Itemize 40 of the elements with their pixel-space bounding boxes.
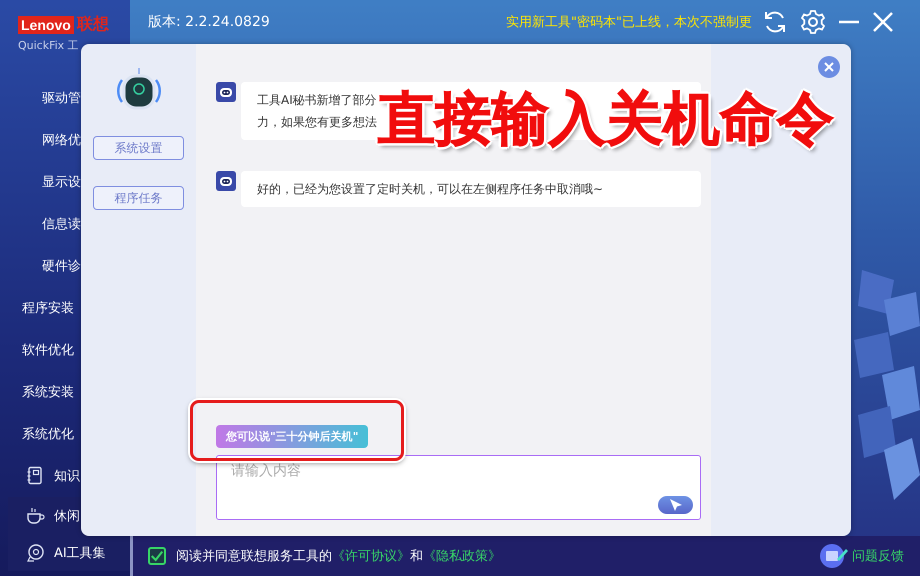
message-text: 工具AI秘书新增了部分 xyxy=(257,92,378,108)
close-icon[interactable] xyxy=(872,11,894,33)
side-button[interactable]: 程序任务 xyxy=(93,186,184,210)
sidebar-item[interactable]: 显示设 xyxy=(42,173,81,191)
refresh-icon[interactable] xyxy=(762,9,788,35)
paper-plane-icon xyxy=(668,498,682,512)
version-label: 版本: 2.2.24.0829 xyxy=(148,13,270,31)
send-button[interactable] xyxy=(658,496,693,514)
update-notice: 实用新工具"密码本"已上线，本次不强制更 xyxy=(506,14,752,31)
message-input[interactable]: 请输入内容 xyxy=(216,455,701,520)
sidebar-item[interactable]: 软件优化 xyxy=(22,341,74,359)
agreement-text: 阅读并同意联想服务工具的《许可协议》和《隐私政策》 xyxy=(176,548,501,565)
checkmark-icon xyxy=(150,549,164,563)
sidebar-item[interactable]: 硬件诊 xyxy=(42,257,81,275)
product-name: QuickFix 工 xyxy=(18,38,80,53)
feedback-icon[interactable] xyxy=(820,543,850,569)
caption-text: 直接输入关机命令 xyxy=(378,85,834,154)
sidebar-item[interactable]: 程序安装 xyxy=(22,299,74,317)
close-button[interactable] xyxy=(818,56,840,78)
message-text: 好的，已经为您设置了定时关机，可以在左侧程序任务中取消哦~ xyxy=(257,181,604,197)
close-icon xyxy=(824,62,834,72)
agreement-checkbox[interactable] xyxy=(148,547,166,565)
cup-icon xyxy=(26,506,46,526)
settings-icon[interactable] xyxy=(800,9,826,35)
sidebar-item[interactable]: 信息读 xyxy=(42,215,81,233)
sidebar-item[interactable]: 驱动管 xyxy=(42,89,81,107)
sidebar-item[interactable]: 系统安装 xyxy=(22,383,74,401)
bot-icon xyxy=(216,82,236,102)
message-text: 力，如果您有更多想法 xyxy=(257,114,378,130)
brand-logo: Lenovo xyxy=(18,16,74,34)
license-link[interactable]: 《许可协议》 xyxy=(332,549,410,564)
feedback-link[interactable]: 问题反馈 xyxy=(852,547,904,565)
sidebar-item[interactable]: 系统优化 xyxy=(22,425,74,443)
side-button[interactable]: 系统设置 xyxy=(93,136,184,160)
bot-icon xyxy=(216,171,236,191)
sidebar-item[interactable]: 休闲 xyxy=(54,507,80,525)
brand-name: 联想 xyxy=(76,14,109,35)
privacy-link[interactable]: 《隐私政策》 xyxy=(423,549,501,564)
sidebar-item[interactable]: 知识 xyxy=(54,467,80,485)
sidebar-item[interactable]: 网络优 xyxy=(42,131,81,149)
